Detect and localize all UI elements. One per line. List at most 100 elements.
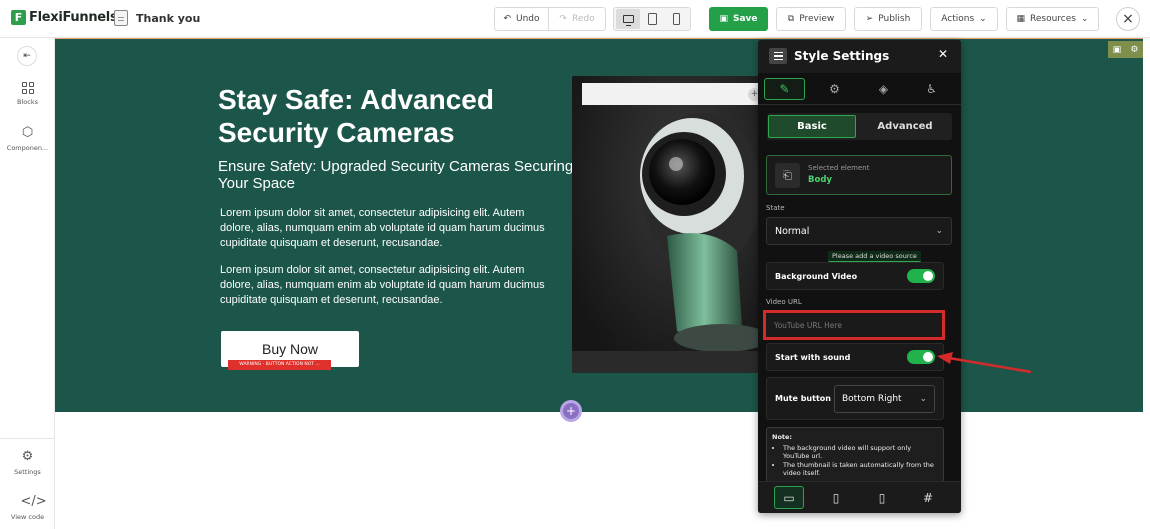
- sidebar-item-components[interactable]: ⬡ Componen...: [0, 125, 55, 153]
- hero-subtitle[interactable]: Ensure Safety: Upgraded Security Cameras…: [218, 158, 578, 192]
- sidebar-item-label: Settings: [14, 468, 41, 476]
- video-note: Note: The background video will support …: [766, 427, 944, 487]
- basic-mode-button[interactable]: Basic: [768, 115, 856, 138]
- note-item: The thumbnail is taken automatically fro…: [783, 461, 938, 478]
- cube-icon: ⬡: [21, 125, 34, 140]
- note-title: Note:: [772, 433, 793, 441]
- selected-element-card: ⎗ Selected element Body: [766, 155, 952, 195]
- save-button[interactable]: ▣ Save: [709, 7, 768, 31]
- preview-label: Preview: [799, 14, 835, 24]
- tablet-style-tab[interactable]: ▯: [821, 486, 851, 509]
- publish-button[interactable]: ➢ Publish: [854, 7, 922, 31]
- code-icon: </>: [20, 494, 47, 509]
- actions-dropdown[interactable]: Actions ⌄: [930, 7, 998, 31]
- document-icon: [114, 10, 128, 26]
- sidebar-item-settings[interactable]: ⚙ Settings: [0, 449, 55, 477]
- background-video-label: Background Video: [775, 271, 858, 281]
- mobile-view-button[interactable]: [664, 9, 688, 29]
- panel-title: Style Settings: [794, 49, 890, 63]
- add-section-button[interactable]: +: [560, 400, 582, 422]
- desktop-style-tab[interactable]: ▭: [774, 486, 804, 509]
- top-toolbar: F FlexiFunnels Thank you ↶ Undo ↷ Redo ▣…: [0, 0, 1150, 38]
- background-video-row: Background Video: [766, 262, 944, 290]
- custom-css-tab[interactable]: #: [913, 486, 943, 509]
- tab-accessibility[interactable]: ♿: [911, 78, 952, 100]
- undo-button[interactable]: ↶ Undo: [494, 7, 549, 31]
- desktop-icon: [622, 15, 634, 26]
- desktop-icon: ▭: [783, 490, 795, 505]
- chevron-down-icon: ⌄: [979, 14, 987, 24]
- panel-header: Style Settings ✕: [758, 40, 961, 73]
- state-label: State: [766, 204, 785, 212]
- redo-label: Redo: [571, 14, 595, 24]
- redo-button[interactable]: ↷ Redo: [548, 7, 606, 31]
- desktop-view-button[interactable]: [616, 9, 640, 29]
- video-url-input[interactable]: YouTube URL Here: [763, 310, 945, 340]
- close-icon[interactable]: ✕: [938, 47, 948, 61]
- chevron-down-icon: ⌄: [1080, 14, 1089, 24]
- hero-paragraph[interactable]: Lorem ipsum dolor sit amet, consectetur …: [220, 263, 550, 308]
- mute-position-select[interactable]: Bottom Right ⌄: [834, 385, 935, 413]
- left-sidebar: ⇤ Blocks ⬡ Componen... ⚙ Settings </> Vi…: [0, 38, 55, 529]
- mobile-icon: [672, 13, 680, 25]
- image-toolbar: [582, 83, 760, 105]
- logo[interactable]: F FlexiFunnels: [11, 10, 118, 25]
- panel-tabs: ✎ ⚙ ◈ ♿: [758, 73, 961, 105]
- mode-toggle: Basic Advanced: [767, 113, 952, 140]
- camera-illustration: [572, 76, 760, 373]
- chevron-down-icon: ⌄: [935, 226, 943, 236]
- redo-icon: ↷: [559, 14, 567, 24]
- note-item: The background video will support only Y…: [783, 444, 938, 461]
- resources-dropdown[interactable]: ▦ Resources ⌄: [1006, 7, 1099, 31]
- state-value: Normal: [775, 225, 810, 237]
- sidebar-item-blocks[interactable]: Blocks: [0, 82, 55, 106]
- video-url-placeholder: YouTube URL Here: [774, 320, 842, 330]
- close-editor-button[interactable]: ×: [1116, 7, 1140, 31]
- button-warning-badge: WARNING - BUTTON ACTION NOT ...: [228, 360, 331, 370]
- accessibility-icon: ♿: [926, 82, 937, 96]
- tab-style[interactable]: ✎: [764, 78, 805, 100]
- page-name-chip[interactable]: Thank you: [114, 10, 200, 26]
- section-tools: ▣ ⚙: [1108, 41, 1143, 58]
- sidebar-divider: [0, 438, 55, 439]
- advanced-mode-button[interactable]: Advanced: [861, 115, 949, 138]
- security-camera-image[interactable]: +: [572, 76, 760, 373]
- actions-label: Actions: [941, 14, 975, 24]
- start-with-sound-toggle[interactable]: [907, 350, 935, 364]
- save-icon: ▣: [719, 14, 728, 24]
- tab-layers[interactable]: ◈: [863, 78, 904, 100]
- mobile-style-tab[interactable]: ▯: [867, 486, 897, 509]
- settings-icon[interactable]: ⚙: [1130, 45, 1138, 55]
- page-name: Thank you: [136, 11, 201, 25]
- state-select[interactable]: Normal ⌄: [766, 217, 952, 245]
- logo-text: FlexiFunnels: [29, 10, 118, 25]
- save-section-icon[interactable]: ▣: [1113, 45, 1122, 55]
- grid-icon: ▦: [1016, 14, 1025, 24]
- brush-icon: ✎: [779, 82, 790, 96]
- preview-button[interactable]: ⧉ Preview: [776, 7, 846, 31]
- collapse-sidebar-button[interactable]: ⇤: [17, 46, 37, 66]
- hash-icon: #: [922, 490, 934, 505]
- device-switcher: [613, 7, 691, 31]
- layers-icon: ◈: [878, 82, 889, 96]
- mute-position-value: Bottom Right: [842, 394, 902, 404]
- editor-canvas: ▣ ⚙ Stay Safe: Advanced Security Cameras…: [55, 38, 1150, 529]
- menu-icon[interactable]: [769, 48, 787, 64]
- tablet-view-button[interactable]: [640, 9, 664, 29]
- tab-settings[interactable]: ⚙: [814, 78, 855, 100]
- annotation-arrow-icon: [937, 352, 1032, 374]
- style-settings-panel: Style Settings ✕ ✎ ⚙ ◈ ♿ Basic Advanced …: [758, 40, 961, 513]
- gear-icon: ⚙: [21, 449, 34, 464]
- hero-paragraph[interactable]: Lorem ipsum dolor sit amet, consectetur …: [220, 206, 550, 251]
- logo-mark-icon: F: [11, 10, 26, 25]
- hero-title[interactable]: Stay Safe: Advanced Security Cameras: [218, 83, 558, 149]
- sidebar-item-view-code[interactable]: </> View code: [0, 494, 55, 522]
- mute-button-label: Mute button: [775, 394, 831, 403]
- panel-device-tabs: ▭ ▯ ▯ #: [758, 481, 961, 513]
- collapse-icon: ⇤: [23, 51, 31, 61]
- start-with-sound-label: Start with sound: [775, 352, 851, 362]
- background-video-toggle[interactable]: [907, 269, 935, 283]
- blocks-grid-icon: [21, 82, 34, 94]
- undo-icon: ↶: [503, 14, 512, 24]
- video-url-label: Video URL: [766, 298, 802, 306]
